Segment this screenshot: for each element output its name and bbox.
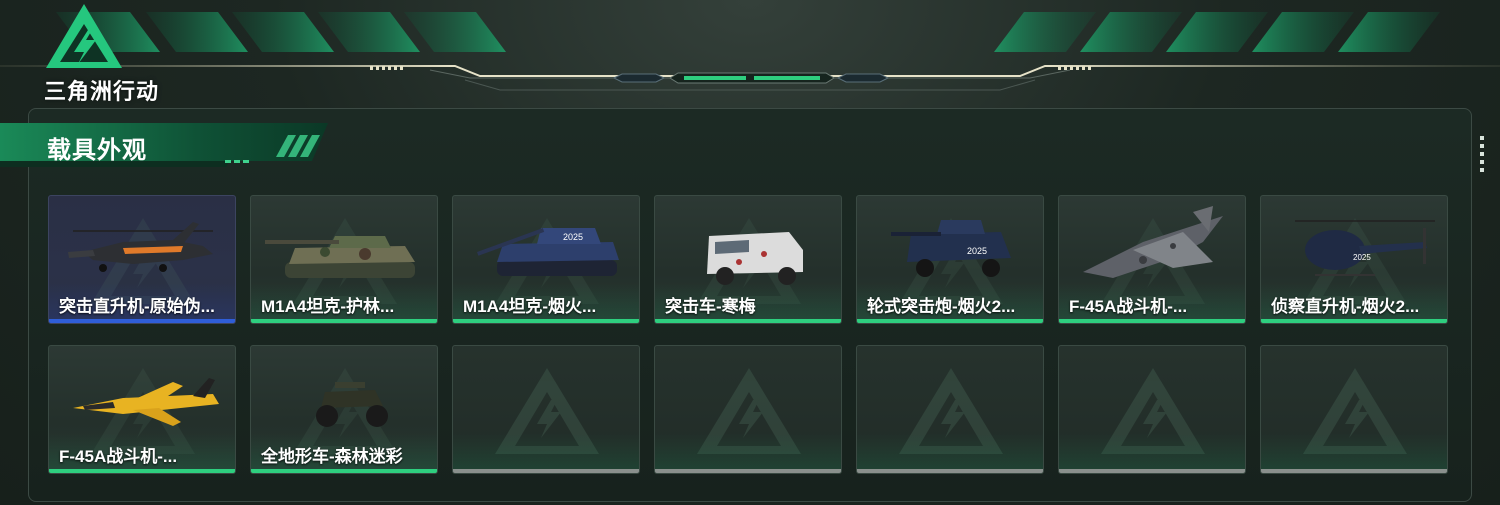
empty-skin-slot[interactable] bbox=[452, 345, 640, 474]
rarity-bar bbox=[1261, 319, 1447, 323]
card-label-backdrop bbox=[857, 433, 1043, 469]
empty-skin-slot[interactable] bbox=[654, 345, 842, 474]
atv-icon bbox=[316, 382, 388, 427]
rarity-bar bbox=[1059, 469, 1245, 473]
card-label-backdrop bbox=[1261, 433, 1447, 469]
recon-helicopter-icon: 2025 bbox=[1295, 220, 1435, 276]
tank-woodland-icon bbox=[265, 236, 415, 278]
card-label: 侦察直升机-烟火2... bbox=[1271, 297, 1420, 316]
card-label: 突击直升机-原始伪... bbox=[59, 297, 215, 316]
selected-indicator-bar bbox=[49, 319, 235, 323]
card-label: M1A4坦克-护林... bbox=[261, 297, 395, 316]
vehicle-skin-grid: 突击直升机-原始伪... M1A4坦克-护林... 2025 M1A4坦克-烟火.… bbox=[48, 195, 1450, 477]
card-label-backdrop bbox=[1059, 433, 1245, 469]
card-label: F-45A战斗机-... bbox=[59, 447, 178, 466]
game-logo: 三角洲行动 bbox=[44, 2, 184, 104]
card-label: 轮式突击炮-烟火2... bbox=[867, 297, 1016, 316]
card-label: M1A4坦克-烟火... bbox=[463, 297, 597, 316]
delta-logo-icon bbox=[46, 4, 122, 68]
vehicle-skin-card[interactable]: 突击直升机-原始伪... bbox=[48, 195, 236, 324]
fighter-jet-camo-icon bbox=[1083, 206, 1223, 278]
vehicle-skin-card[interactable]: F-45A战斗机-... bbox=[48, 345, 236, 474]
rarity-bar bbox=[49, 469, 235, 473]
scroll-indicator[interactable] bbox=[1480, 136, 1484, 176]
vehicle-skin-card[interactable]: F-45A战斗机-... bbox=[1058, 195, 1246, 324]
vehicle-skin-card[interactable]: 2025 侦察直升机-烟火2... bbox=[1260, 195, 1448, 324]
vehicle-skin-card[interactable]: 2025 轮式突击炮-烟火2... bbox=[856, 195, 1044, 324]
rarity-bar bbox=[857, 469, 1043, 473]
svg-text:2025: 2025 bbox=[563, 232, 583, 242]
app-root: 三角洲行动 载具外观 突击直升机-原始伪... M1A4坦克-护林... 202… bbox=[0, 0, 1500, 505]
fighter-jet-yellow-icon bbox=[73, 378, 219, 426]
tank-blue-icon: 2025 bbox=[477, 228, 619, 276]
svg-text:2025: 2025 bbox=[967, 246, 987, 256]
vehicle-skin-card[interactable]: M1A4坦克-护林... bbox=[250, 195, 438, 324]
rarity-bar bbox=[453, 319, 639, 323]
rarity-bar bbox=[655, 319, 841, 323]
rarity-bar bbox=[857, 319, 1043, 323]
wheeled-assault-gun-icon: 2025 bbox=[891, 220, 1011, 277]
card-label-backdrop bbox=[655, 433, 841, 469]
empty-skin-slot[interactable] bbox=[1260, 345, 1448, 474]
rarity-bar bbox=[453, 469, 639, 473]
logo-text: 三角洲行动 bbox=[44, 79, 160, 104]
attack-helicopter-icon bbox=[68, 222, 213, 272]
rarity-bar bbox=[251, 469, 437, 473]
header-frame bbox=[0, 12, 1500, 91]
empty-skin-slot[interactable] bbox=[856, 345, 1044, 474]
section-title: 载具外观 bbox=[47, 137, 147, 164]
vehicle-skin-card[interactable]: 全地形车-森林迷彩 bbox=[250, 345, 438, 474]
vehicle-skin-card[interactable]: 2025 M1A4坦克-烟火... bbox=[452, 195, 640, 324]
header: 三角洲行动 bbox=[0, 0, 1500, 104]
vehicle-skin-card[interactable]: 突击车-寒梅 bbox=[654, 195, 842, 324]
card-label: 全地形车-森林迷彩 bbox=[261, 447, 403, 466]
rarity-bar bbox=[1261, 469, 1447, 473]
rarity-bar bbox=[1059, 319, 1245, 323]
card-label-backdrop bbox=[453, 433, 639, 469]
rarity-bar bbox=[251, 319, 437, 323]
card-label: 突击车-寒梅 bbox=[665, 297, 756, 316]
svg-text:2025: 2025 bbox=[1353, 253, 1371, 262]
empty-skin-slot[interactable] bbox=[1058, 345, 1246, 474]
assault-vehicle-white-icon bbox=[707, 232, 803, 285]
card-label: F-45A战斗机-... bbox=[1069, 297, 1188, 316]
rarity-bar bbox=[655, 469, 841, 473]
